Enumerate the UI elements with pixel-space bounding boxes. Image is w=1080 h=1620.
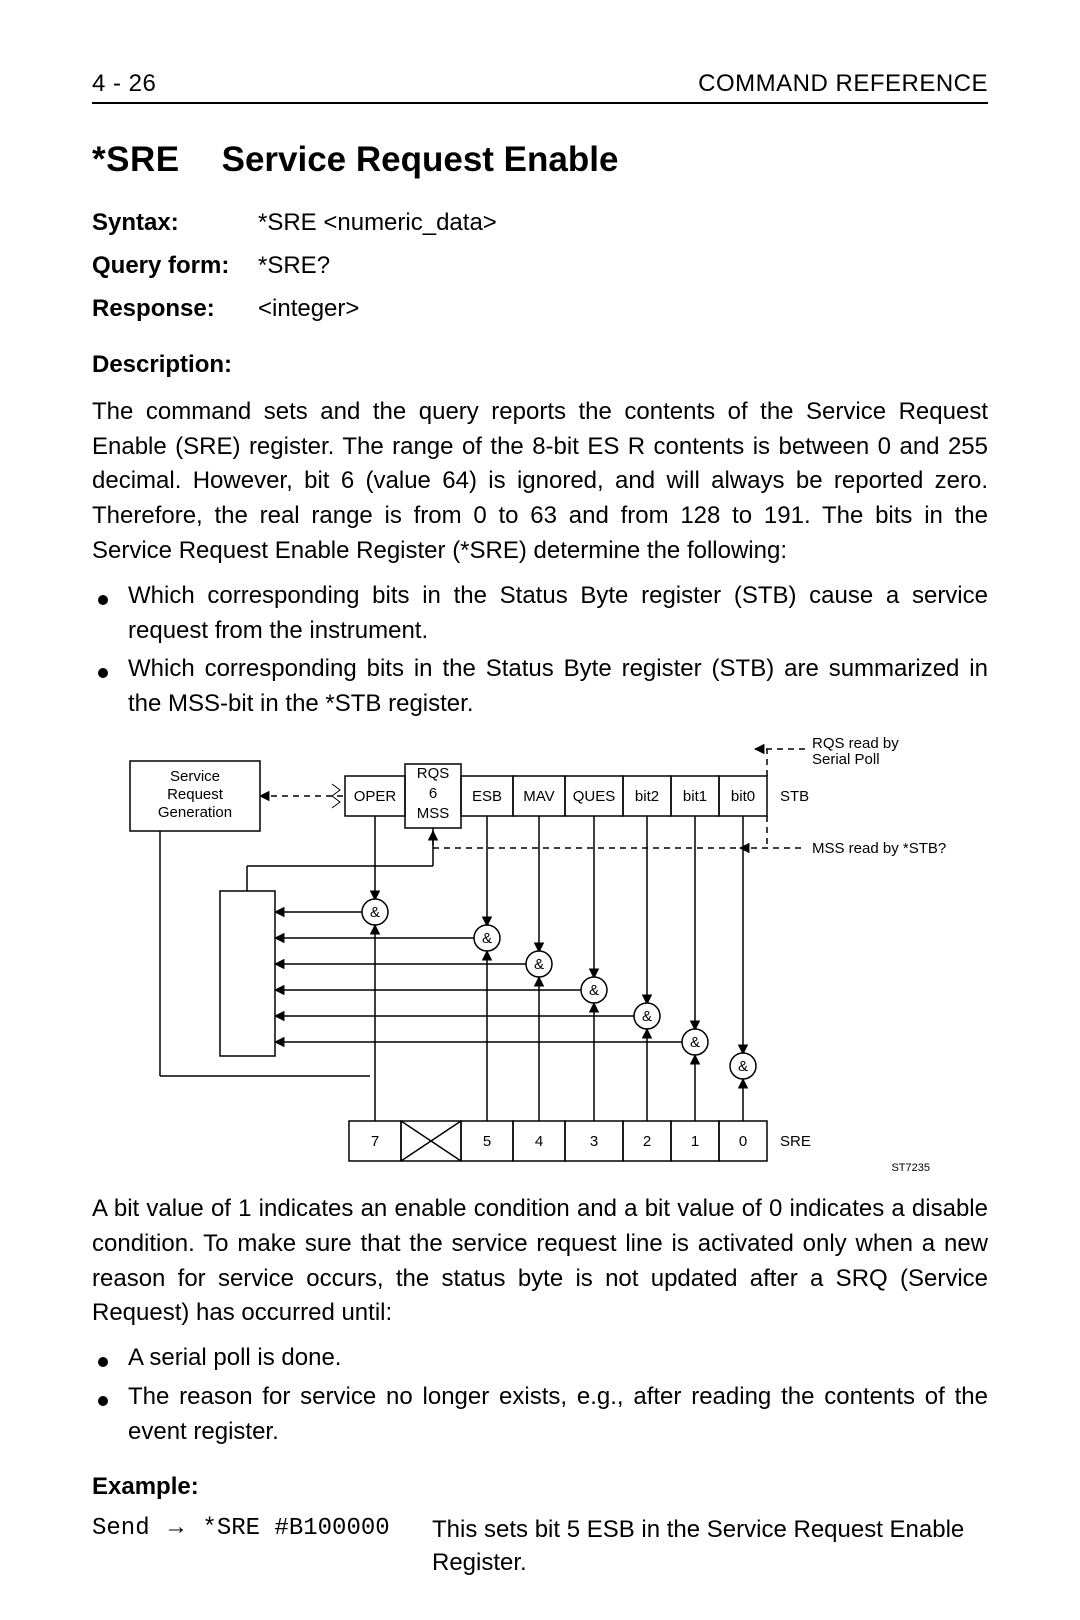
legend-rqs-line1: RQS read by xyxy=(812,736,899,752)
svg-text:&: & xyxy=(589,982,599,999)
svg-text:ESB: ESB xyxy=(472,788,502,805)
svg-text:MAV: MAV xyxy=(523,788,554,805)
svg-text:4: 4 xyxy=(535,1133,543,1150)
svg-text:OPER: OPER xyxy=(354,788,397,805)
svg-text:MSS: MSS xyxy=(417,805,450,822)
stb-register-row: OPER RQS 6 MSS ESB MAV QUES bit2 bit1 bi… xyxy=(345,764,809,828)
svg-text:&: & xyxy=(534,956,544,973)
sre-label: SRE xyxy=(780,1133,811,1150)
svg-text:5: 5 xyxy=(483,1133,491,1150)
svg-text:1: 1 xyxy=(691,1133,699,1150)
paragraph-2: A bit value of 1 indicates an enable con… xyxy=(92,1192,988,1331)
section-name: COMMAND REFERENCE xyxy=(698,70,988,98)
bullet-list-2: A serial poll is done. The reason for se… xyxy=(92,1341,988,1449)
svg-text:QUES: QUES xyxy=(573,788,616,805)
page-number: 4 - 26 xyxy=(92,70,156,98)
list-item: Which corresponding bits in the Status B… xyxy=(92,652,988,722)
svg-text:0: 0 xyxy=(739,1133,747,1150)
svg-text:&: & xyxy=(482,930,492,947)
command-long-name: Service Request Enable xyxy=(222,140,619,179)
legend-rqs-line2: Serial Poll xyxy=(812,751,880,768)
bullet-list-1: Which corresponding bits in the Status B… xyxy=(92,579,988,722)
service-box-line: Generation xyxy=(158,804,232,821)
svg-text:3: 3 xyxy=(590,1133,598,1150)
service-box-line: Service xyxy=(170,768,220,785)
arrow-icon: → xyxy=(164,1513,188,1540)
register-diagram: Service Request Generation OPER RQS 6 MS… xyxy=(100,736,980,1176)
description-label: Description: xyxy=(92,346,258,383)
response-value: <integer> xyxy=(258,290,988,327)
svg-text:&: & xyxy=(690,1034,700,1051)
command-title: *SRE Service Request Enable xyxy=(92,140,988,180)
command-mnemonic: *SRE xyxy=(92,140,180,179)
svg-text:RQS: RQS xyxy=(417,765,450,782)
svg-text:&: & xyxy=(738,1058,748,1075)
query-form-value: *SRE? xyxy=(258,247,988,284)
figure-id: ST7235 xyxy=(891,1162,930,1174)
response-label: Response: xyxy=(92,290,258,327)
service-box-line: Request xyxy=(167,786,224,803)
svg-text:bit2: bit2 xyxy=(635,788,659,805)
svg-text:2: 2 xyxy=(643,1133,651,1150)
svg-text:6: 6 xyxy=(429,785,437,802)
svg-text:&: & xyxy=(642,1008,652,1025)
svg-text:bit0: bit0 xyxy=(731,788,755,805)
example-send: Send → *SRE #B100000 xyxy=(92,1513,432,1580)
list-item: A serial poll is done. xyxy=(92,1341,988,1376)
example-explain: This sets bit 5 ESB in the Service Reque… xyxy=(432,1513,988,1580)
svg-text:&: & xyxy=(370,904,380,921)
list-item: Which corresponding bits in the Status B… xyxy=(92,579,988,649)
legend-mss: MSS read by *STB? xyxy=(812,840,946,857)
svg-text:7: 7 xyxy=(371,1133,379,1150)
sre-register-row: 7 5 4 3 2 1 0 SRE xyxy=(349,1121,811,1161)
svg-text:bit1: bit1 xyxy=(683,788,707,805)
syntax-value: *SRE <numeric_data> xyxy=(258,204,988,241)
description-paragraph: The command sets and the query reports t… xyxy=(92,395,988,569)
example-label: Example: xyxy=(92,1468,258,1505)
query-form-label: Query form: xyxy=(92,247,258,284)
list-item: The reason for service no longer exists,… xyxy=(92,1380,988,1450)
syntax-label: Syntax: xyxy=(92,204,258,241)
stb-label: STB xyxy=(780,788,809,805)
